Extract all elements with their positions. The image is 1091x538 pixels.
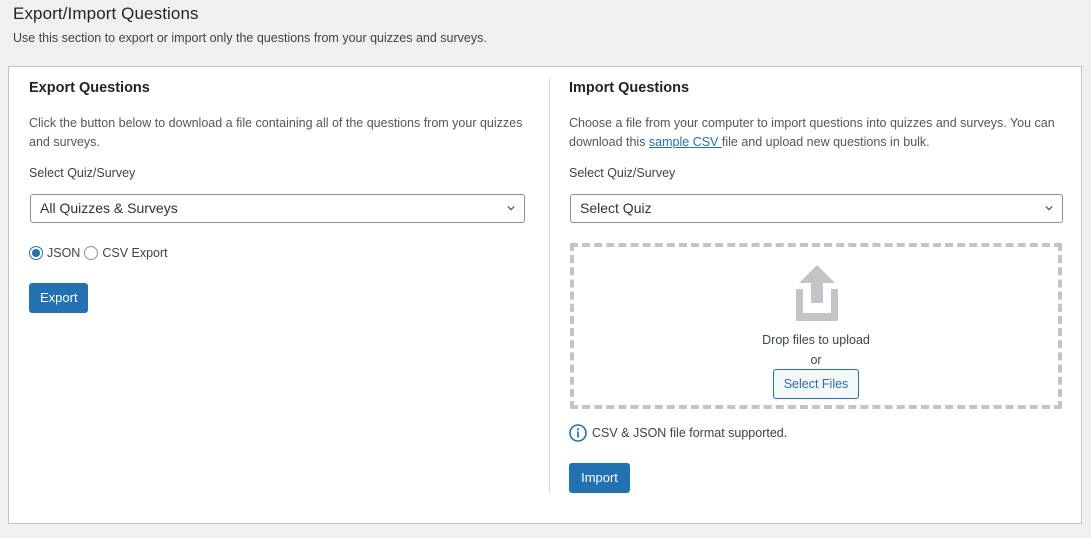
- import-button[interactable]: Import: [569, 463, 630, 493]
- import-description: Choose a file from your computer to impo…: [569, 114, 1063, 152]
- select-files-button[interactable]: Select Files: [773, 369, 859, 399]
- format-hint: CSV & JSON file format supported.: [569, 424, 787, 442]
- sample-csv-link[interactable]: sample CSV: [649, 135, 722, 149]
- radio-json[interactable]: [29, 246, 43, 260]
- export-title: Export Questions: [29, 80, 150, 96]
- info-icon: [569, 424, 587, 442]
- export-quiz-select[interactable]: All Quizzes & Surveys: [30, 194, 525, 223]
- export-format-group: JSON CSV Export: [29, 246, 172, 260]
- export-import-panel: Export Questions Click the button below …: [8, 66, 1082, 524]
- export-description: Click the button below to download a fil…: [29, 116, 523, 149]
- radio-csv[interactable]: [84, 246, 99, 260]
- or-text: or: [810, 353, 822, 367]
- radio-csv-label[interactable]: CSV Export: [102, 246, 167, 260]
- export-button[interactable]: Export: [29, 283, 88, 313]
- import-select-label: Select Quiz/Survey: [569, 166, 676, 180]
- import-title: Import Questions: [569, 80, 690, 96]
- import-description-end: file and upload new questions in bulk.: [721, 135, 930, 149]
- drop-files-text: Drop files to upload: [762, 333, 870, 347]
- import-select-value: Select Quiz: [580, 200, 652, 216]
- export-select-label: Select Quiz/Survey: [29, 166, 136, 180]
- import-quiz-select[interactable]: Select Quiz: [570, 194, 1063, 223]
- column-divider: [549, 78, 550, 493]
- chevron-down-icon: [1045, 205, 1053, 211]
- upload-icon: [796, 265, 838, 321]
- page-description: Use this section to export or import onl…: [13, 31, 487, 45]
- format-hint-text: CSV & JSON file format supported.: [592, 426, 788, 440]
- file-dropzone[interactable]: Drop files to upload or Select Files: [570, 243, 1062, 409]
- chevron-down-icon: [507, 205, 515, 211]
- export-select-value: All Quizzes & Surveys: [40, 200, 178, 216]
- radio-json-label[interactable]: JSON: [47, 246, 80, 260]
- page-title: Export/Import Questions: [13, 4, 199, 23]
